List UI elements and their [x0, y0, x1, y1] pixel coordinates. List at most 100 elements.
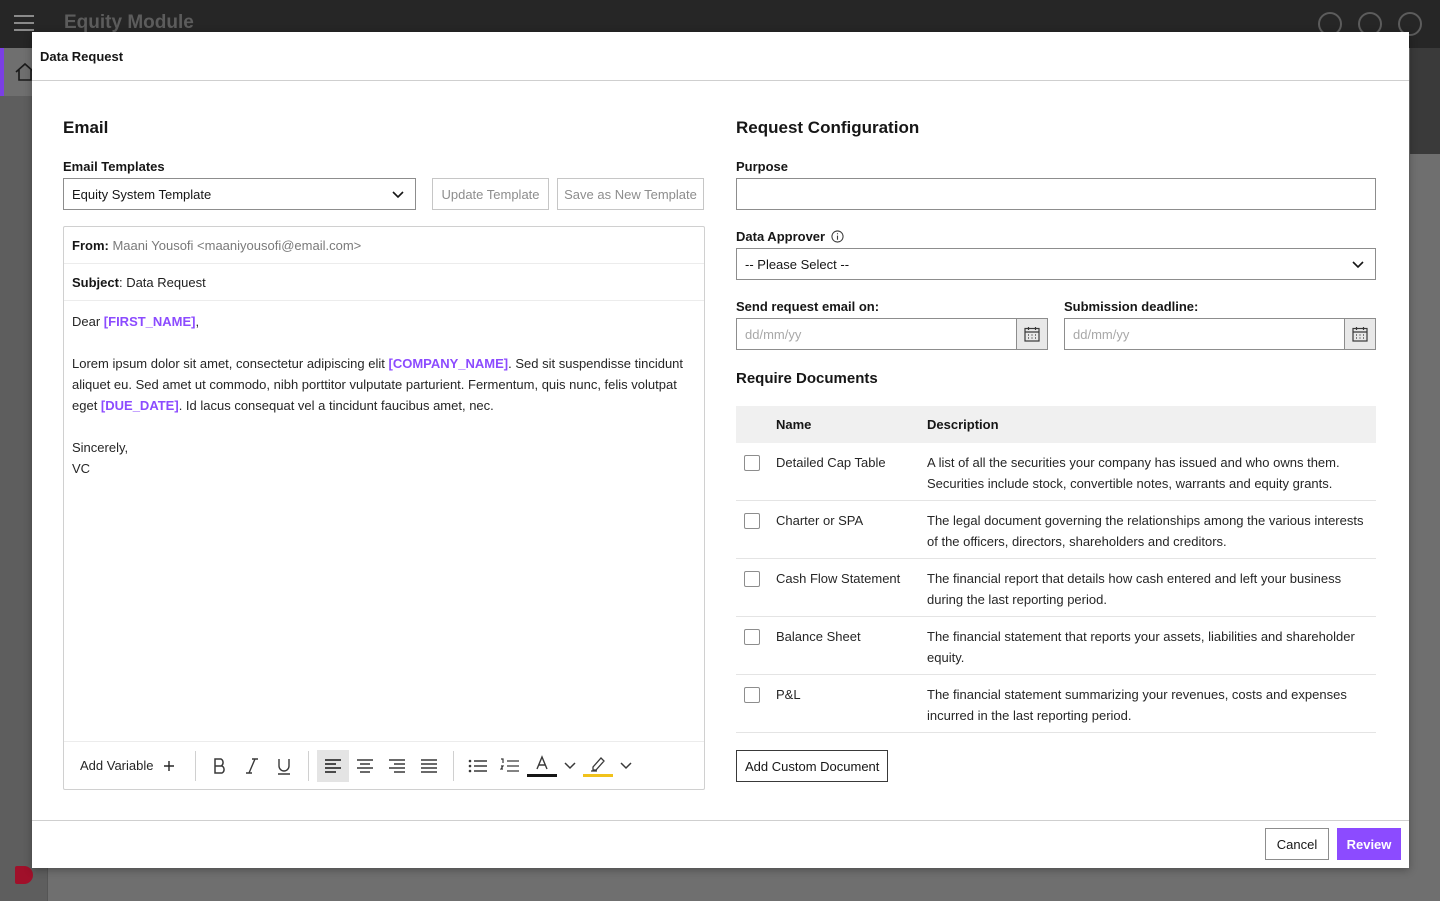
- data-request-modal: Data Request Email Email Templates Equit…: [32, 32, 1409, 868]
- document-name: Charter or SPA: [776, 513, 864, 528]
- text-color-button[interactable]: [526, 750, 558, 782]
- column-description: Description: [927, 417, 999, 432]
- add-custom-document-button[interactable]: Add Custom Document: [736, 750, 889, 782]
- variable-due-date[interactable]: [DUE_DATE]: [101, 398, 179, 413]
- greeting-text: Dear: [72, 314, 104, 329]
- numbered-list-button[interactable]: [494, 750, 526, 782]
- table-row: P&L The financial statement summarizing …: [736, 675, 1376, 733]
- document-description: The legal document governing the relatio…: [927, 513, 1364, 549]
- config-section-title: Request Configuration: [736, 118, 920, 137]
- hamburger-menu-icon[interactable]: [14, 15, 34, 31]
- document-checkbox[interactable]: [744, 687, 760, 703]
- email-templates-label: Email Templates: [63, 159, 165, 174]
- table-row: Charter or SPA The legal document govern…: [736, 501, 1376, 559]
- from-label: From:: [72, 238, 109, 253]
- highlight-button[interactable]: [582, 750, 614, 782]
- align-right-button[interactable]: [381, 750, 413, 782]
- send-on-date-input[interactable]: dd/mm/yy: [736, 318, 1048, 350]
- approver-label: Data Approver: [736, 229, 826, 244]
- calendar-icon: [1352, 327, 1368, 342]
- table-row: Cash Flow Statement The financial report…: [736, 559, 1376, 617]
- document-description: The financial report that details how ca…: [927, 571, 1342, 607]
- email-editor[interactable]: From: Maani Yousofi <maaniyousofi@email.…: [63, 226, 705, 790]
- from-value: Maani Yousofi <maaniyousofi@email.com>: [112, 238, 362, 253]
- highlight-dropdown[interactable]: [614, 750, 638, 782]
- highlight-color-swatch: [583, 773, 614, 777]
- document-description: The financial statement that reports you…: [927, 629, 1355, 665]
- purpose-label: Purpose: [736, 159, 789, 174]
- save-new-template-button[interactable]: Save as New Template: [557, 178, 704, 210]
- plus-icon: [164, 760, 175, 771]
- align-right-icon: [389, 758, 406, 773]
- email-subject-row[interactable]: Subject: Data Request: [64, 264, 704, 301]
- email-from-row: From: Maani Yousofi <maaniyousofi@email.…: [64, 227, 704, 264]
- document-checkbox[interactable]: [744, 629, 760, 645]
- email-body[interactable]: Dear [FIRST_NAME], Lorem ipsum dolor sit…: [64, 301, 704, 489]
- send-on-placeholder: dd/mm/yy: [745, 327, 802, 342]
- documents-table: Name Description Detailed Cap Table A li…: [736, 406, 1376, 733]
- email-template-value: Equity System Template: [72, 187, 212, 202]
- background-panel: [1410, 48, 1440, 154]
- send-on-label: Send request email on:: [736, 299, 880, 314]
- document-name: Detailed Cap Table: [776, 455, 886, 470]
- review-button[interactable]: Review: [1337, 828, 1401, 860]
- approver-label-row: Data Approver: [736, 229, 844, 244]
- document-name: Balance Sheet: [776, 629, 861, 644]
- document-checkbox[interactable]: [744, 513, 760, 529]
- subject-value: : Data Request: [118, 275, 206, 290]
- send-on-calendar-button[interactable]: [1016, 318, 1048, 350]
- editor-toolbar: Add Variable: [64, 741, 704, 789]
- document-name: Cash Flow Statement: [776, 571, 901, 586]
- document-description: A list of all the securities your compan…: [927, 455, 1340, 491]
- text-color-dropdown[interactable]: [558, 750, 582, 782]
- align-center-icon: [357, 758, 374, 773]
- chevron-down-icon: [564, 761, 577, 769]
- table-header: Name Description: [736, 406, 1376, 443]
- modal-title: Data Request: [32, 32, 1409, 81]
- email-template-select[interactable]: Equity System Template: [63, 178, 416, 210]
- calendar-icon: [1024, 327, 1040, 342]
- require-documents-title: Require Documents: [736, 370, 878, 387]
- align-justify-icon: [421, 758, 438, 773]
- bullet-list-icon: [469, 759, 488, 772]
- email-section-title: Email: [63, 118, 109, 137]
- deadline-calendar-button[interactable]: [1344, 318, 1376, 350]
- variable-first-name[interactable]: [FIRST_NAME]: [104, 314, 196, 329]
- align-center-button[interactable]: [349, 750, 381, 782]
- greeting-end: ,: [195, 314, 200, 329]
- underline-button[interactable]: [268, 750, 300, 782]
- bullet-list-button[interactable]: [462, 750, 494, 782]
- text-color-icon: [536, 754, 549, 769]
- italic-button[interactable]: [236, 750, 268, 782]
- variable-company-name[interactable]: [COMPANY_NAME]: [388, 356, 508, 371]
- add-variable-button[interactable]: Add Variable: [80, 750, 197, 781]
- chevron-down-icon: [392, 191, 404, 199]
- app-title: Equity Module: [64, 12, 194, 33]
- underline-icon: [278, 758, 291, 775]
- add-variable-label: Add Variable: [80, 758, 154, 773]
- numbered-list-icon: [500, 757, 520, 772]
- modal-footer: Cancel Review: [32, 820, 1409, 868]
- text-color-swatch: [527, 773, 558, 777]
- closing-text: Sincerely,: [72, 440, 129, 455]
- data-approver-select[interactable]: -- Please Select --: [736, 248, 1376, 280]
- table-row: Detailed Cap Table A list of all the sec…: [736, 443, 1376, 501]
- document-checkbox[interactable]: [744, 455, 760, 471]
- cancel-button[interactable]: Cancel: [1265, 828, 1329, 860]
- document-description: The financial statement summarizing your…: [927, 687, 1347, 723]
- purpose-input[interactable]: [736, 178, 1376, 210]
- info-icon[interactable]: [831, 230, 844, 243]
- document-checkbox[interactable]: [744, 571, 760, 587]
- deadline-placeholder: dd/mm/yy: [1073, 327, 1130, 342]
- align-justify-button[interactable]: [413, 750, 445, 782]
- bold-icon: [214, 757, 226, 774]
- signature-text: VC: [72, 461, 91, 476]
- deadline-date-input[interactable]: dd/mm/yy: [1064, 318, 1376, 350]
- align-left-button[interactable]: [317, 749, 350, 782]
- update-template-button[interactable]: Update Template: [432, 178, 549, 210]
- chevron-down-icon: [620, 761, 633, 769]
- subject-label: Subject: [72, 275, 119, 290]
- bold-button[interactable]: [204, 750, 236, 782]
- body-text-3: . Id lacus consequat vel a tincidunt fau…: [178, 398, 494, 413]
- approver-value: -- Please Select --: [745, 257, 850, 272]
